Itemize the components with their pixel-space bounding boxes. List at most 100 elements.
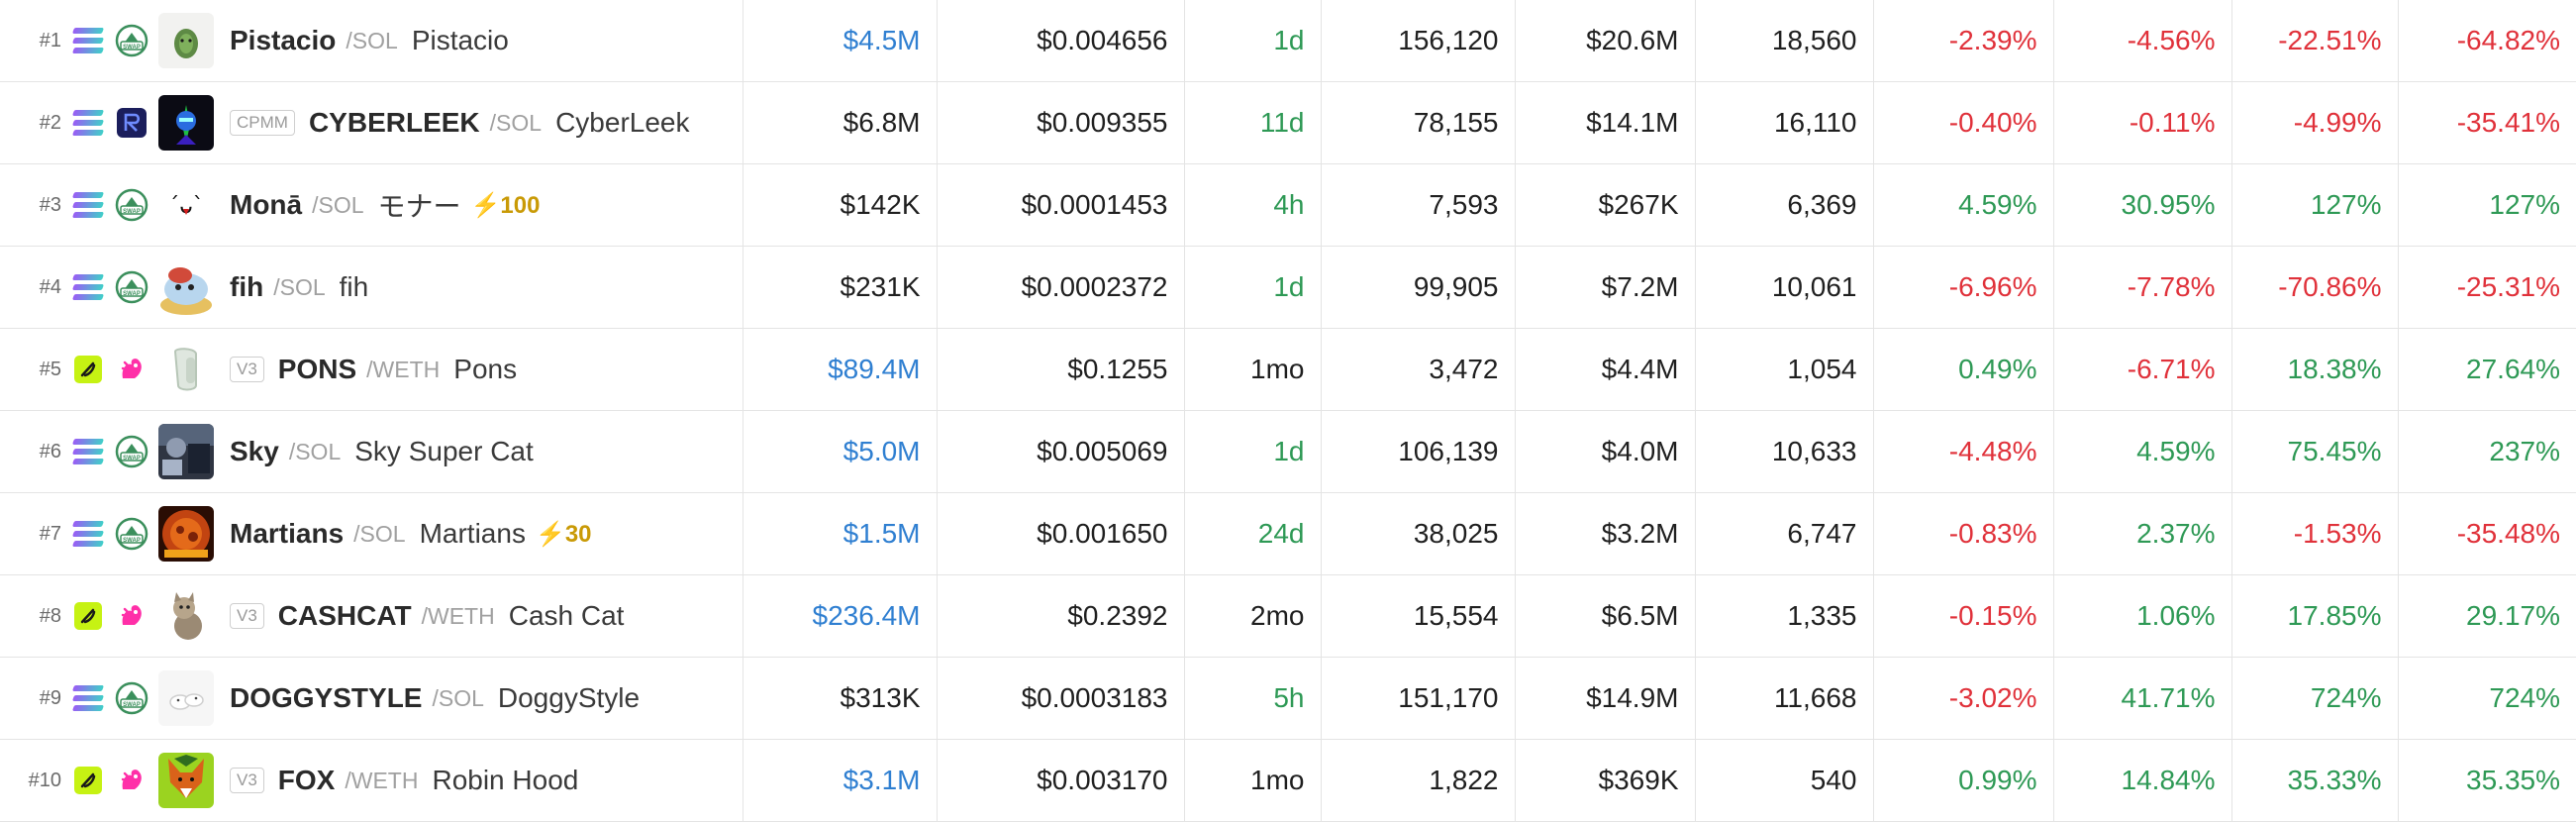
- quote-symbol: /SOL: [489, 109, 543, 136]
- token-price-cell: $0.0002372: [937, 246, 1185, 329]
- txns-cell: 15,554: [1321, 574, 1516, 658]
- svg-text:SWAP: SWAP: [123, 456, 141, 462]
- change-1h-cell: 41.71%: [2053, 657, 2232, 740]
- token-price-cell: $0.2392: [937, 574, 1185, 658]
- table-row[interactable]: #1 SWAP Pistacio /SOL Pistacio $4.5M $0.…: [0, 0, 2576, 82]
- makers-cell: 10,633: [1695, 410, 1874, 493]
- table-row[interactable]: #7 SWAP Martians /SOL Martians ⚡30 $1.5M…: [0, 492, 2576, 575]
- change-6h-cell: -70.86%: [2231, 246, 2399, 329]
- pistachio-avatar: [158, 13, 214, 68]
- makers-cell: 6,747: [1695, 492, 1874, 575]
- raydium-swap-icon: SWAP: [115, 517, 149, 551]
- change-5m-cell: -4.48%: [1873, 410, 2054, 493]
- change-1h-cell: 14.84%: [2053, 739, 2232, 822]
- rank-number: #2: [39, 111, 61, 134]
- raydium-swap-icon: SWAP: [115, 24, 149, 57]
- change-24h-cell: 35.35%: [2398, 739, 2576, 822]
- token-symbol: FOX: [277, 765, 336, 795]
- change-6h-cell: -22.51%: [2231, 0, 2399, 82]
- table-row[interactable]: #9 SWAP DOGGYSTYLE /SOL DoggyStyle $313K…: [0, 657, 2576, 740]
- token-cell[interactable]: #1 SWAP Pistacio /SOL Pistacio: [0, 0, 743, 82]
- age-cell: 11d: [1184, 81, 1322, 164]
- change-5m-cell: -0.83%: [1873, 492, 2054, 575]
- rank-number: #4: [39, 275, 61, 298]
- change-5m-cell: 4.59%: [1873, 163, 2054, 247]
- uniswap-icon: [115, 764, 149, 797]
- raydium-swap-icon: SWAP: [115, 435, 149, 468]
- age-cell: 1d: [1184, 410, 1322, 493]
- volume-cell: $4.0M: [1515, 410, 1696, 493]
- change-1h-cell: 1.06%: [2053, 574, 2232, 658]
- token-name: CyberLeek: [555, 107, 690, 138]
- change-1h-cell: 2.37%: [2053, 492, 2232, 575]
- price-cell: $142K: [743, 163, 938, 247]
- txns-cell: 38,025: [1321, 492, 1516, 575]
- token-cell[interactable]: #9 SWAP DOGGYSTYLE /SOL DoggyStyle: [0, 657, 743, 740]
- table-row[interactable]: #3 SWAP ´ᴗ` Monā /SOL モナー ⚡100 $142K $0.…: [0, 163, 2576, 247]
- change-24h-cell: -35.48%: [2398, 492, 2576, 575]
- fox-avatar: [158, 753, 214, 808]
- change-6h-cell: 75.45%: [2231, 410, 2399, 493]
- token-cell[interactable]: #5 V3 PONS /WETH Pons: [0, 328, 743, 411]
- makers-cell: 540: [1695, 739, 1874, 822]
- change-1h-cell: -6.71%: [2053, 328, 2232, 411]
- table-row[interactable]: #6 SWAP Sky /SOL Sky Super Cat $5.0M $0.…: [0, 410, 2576, 493]
- token-name: Robin Hood: [432, 765, 579, 795]
- token-cell[interactable]: #8 V3 CASHCAT /WETH Cash Cat: [0, 574, 743, 658]
- change-1h-cell: 4.59%: [2053, 410, 2232, 493]
- token-cell[interactable]: #10 V3 FOX /WETH Robin Hood: [0, 739, 743, 822]
- change-1h-cell: 30.95%: [2053, 163, 2232, 247]
- uniswap-icon: [115, 353, 149, 386]
- txns-cell: 151,170: [1321, 657, 1516, 740]
- quote-symbol: /WETH: [421, 602, 495, 629]
- change-5m-cell: -0.40%: [1873, 81, 2054, 164]
- raydium-swap-icon: SWAP: [115, 188, 149, 222]
- solana-icon: [71, 517, 105, 551]
- change-6h-cell: -1.53%: [2231, 492, 2399, 575]
- txns-cell: 156,120: [1321, 0, 1516, 82]
- svg-text:SWAP: SWAP: [123, 538, 141, 544]
- uniswap-icon: [115, 599, 149, 633]
- fih-avatar: [158, 259, 214, 315]
- age-cell: 1d: [1184, 0, 1322, 82]
- token-cell[interactable]: #4 SWAP fih /SOL fih: [0, 246, 743, 329]
- quote-symbol: /SOL: [432, 684, 484, 711]
- table-row[interactable]: #2 CPMM CYBERLEEK /SOL CyberLeek $6.8M $…: [0, 81, 2576, 164]
- change-24h-cell: 724%: [2398, 657, 2576, 740]
- change-6h-cell: 35.33%: [2231, 739, 2399, 822]
- price-cell: $3.1M: [743, 739, 938, 822]
- mona-avatar: ´ᴗ`: [158, 177, 214, 233]
- volume-cell: $4.4M: [1515, 328, 1696, 411]
- sky-avatar: [158, 424, 214, 479]
- token-cell[interactable]: #3 SWAP ´ᴗ` Monā /SOL モナー ⚡100: [0, 163, 743, 247]
- dex-version-badge: CPMM: [230, 110, 295, 136]
- token-name: DoggyStyle: [497, 682, 641, 713]
- age-cell: 2mo: [1184, 574, 1322, 658]
- change-6h-cell: 127%: [2231, 163, 2399, 247]
- solana-icon: [71, 24, 105, 57]
- token-cell[interactable]: #2 CPMM CYBERLEEK /SOL CyberLeek: [0, 81, 743, 164]
- change-5m-cell: -2.39%: [1873, 0, 2054, 82]
- token-symbol: Sky: [230, 436, 279, 466]
- change-5m-cell: -0.15%: [1873, 574, 2054, 658]
- change-1h-cell: -7.78%: [2053, 246, 2232, 329]
- rank-number: #7: [39, 522, 61, 545]
- base-icon: [71, 599, 105, 633]
- table-row[interactable]: #4 SWAP fih /SOL fih $231K $0.0002372 1d…: [0, 246, 2576, 329]
- solana-icon: [71, 106, 105, 140]
- token-cell[interactable]: #7 SWAP Martians /SOL Martians ⚡30: [0, 492, 743, 575]
- token-cell[interactable]: #6 SWAP Sky /SOL Sky Super Cat: [0, 410, 743, 493]
- table-row[interactable]: #5 V3 PONS /WETH Pons $89.4M $0.1255 1mo…: [0, 328, 2576, 411]
- solana-icon: [71, 435, 105, 468]
- table-row[interactable]: #10 V3 FOX /WETH Robin Hood $3.1M $0.003…: [0, 739, 2576, 822]
- dex-version-badge: V3: [230, 768, 264, 793]
- token-name: Sky Super Cat: [354, 436, 534, 466]
- token-price-cell: $0.003170: [937, 739, 1185, 822]
- token-symbol: DOGGYSTYLE: [230, 682, 423, 713]
- change-5m-cell: -3.02%: [1873, 657, 2054, 740]
- cashcat-avatar: [158, 588, 214, 644]
- change-6h-cell: 724%: [2231, 657, 2399, 740]
- token-symbol: Pistacio: [230, 25, 337, 55]
- table-row[interactable]: #8 V3 CASHCAT /WETH Cash Cat $236.4M $0.…: [0, 574, 2576, 658]
- raydium-swap-icon: SWAP: [115, 681, 149, 715]
